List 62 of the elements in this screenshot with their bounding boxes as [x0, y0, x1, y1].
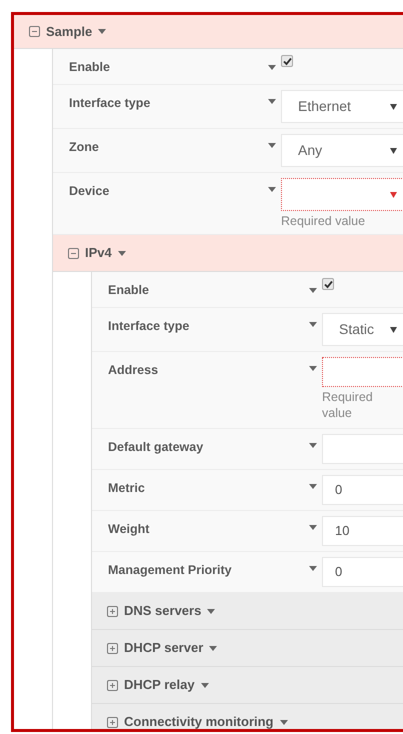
caret-icon [268, 65, 276, 70]
caret-icon [280, 720, 288, 724]
caret-icon [309, 443, 317, 448]
collapse-icon[interactable] [29, 26, 40, 37]
dropdown-arrow-icon [390, 148, 397, 154]
error-message: Required value [322, 389, 374, 421]
caret-icon [309, 366, 317, 371]
caret-icon [207, 608, 216, 614]
field-label: Default gateway [108, 439, 204, 456]
collapse-icon[interactable] [68, 248, 79, 258]
field-label: Address [108, 362, 160, 379]
select-field[interactable]: Static [322, 313, 403, 346]
dropdown-arrow-icon [390, 326, 397, 332]
section-title: DHCP server [124, 639, 204, 658]
checkbox[interactable] [322, 278, 334, 290]
field-label: Interface type [108, 318, 190, 335]
caret-icon [98, 29, 106, 34]
field-label: Interface type [69, 95, 152, 112]
caret-icon [200, 682, 209, 688]
section-header[interactable]: IPv4 [53, 235, 403, 272]
expand-icon[interactable] [107, 606, 118, 616]
field-label: Metric [108, 480, 146, 497]
expand-icon[interactable] [107, 642, 118, 654]
input-field[interactable]: 0 [322, 557, 403, 587]
expand-icon[interactable] [107, 680, 118, 690]
error-message: Required value [281, 213, 366, 229]
section-title: IPv4 [85, 244, 112, 262]
checkbox[interactable] [281, 55, 293, 67]
caret-icon [268, 143, 276, 148]
section-title: Connectivity monitoring [124, 713, 274, 729]
section-title: DHCP relay [124, 676, 195, 694]
field-label: Enable [108, 282, 150, 299]
input-field[interactable]: 10 [322, 516, 403, 546]
section-header[interactable]: Connectivity monitoring [92, 704, 403, 729]
field-label: Device [69, 183, 110, 200]
input-field[interactable]: 0 [322, 475, 403, 505]
select-field[interactable]: Any [281, 134, 403, 167]
field-label: Zone [69, 139, 100, 156]
caret-icon [268, 99, 276, 104]
section-header[interactable]: DHCP server [92, 630, 403, 667]
caret-icon [309, 288, 317, 293]
field-label: Weight [108, 521, 150, 538]
input-field[interactable] [322, 357, 403, 387]
select-field[interactable] [281, 178, 403, 211]
caret-icon [118, 250, 126, 256]
caret-icon [209, 646, 218, 650]
caret-icon [268, 187, 276, 192]
expand-icon[interactable] [107, 716, 118, 728]
field-label: Management Priority [108, 562, 233, 579]
section-header[interactable]: Sample [14, 15, 403, 49]
dropdown-arrow-icon [390, 192, 397, 198]
caret-icon [309, 566, 317, 571]
caret-icon [309, 484, 317, 489]
field-label: Enable [69, 59, 111, 76]
dropdown-arrow-icon [390, 104, 397, 110]
section-header[interactable]: DNS servers [92, 593, 403, 630]
section-title: DNS servers [124, 602, 202, 620]
section-title: Sample [46, 22, 92, 41]
section-header[interactable]: DHCP relay [92, 667, 403, 704]
caret-icon [309, 322, 317, 327]
caret-icon [309, 525, 317, 530]
select-field[interactable]: Ethernet [281, 90, 403, 123]
